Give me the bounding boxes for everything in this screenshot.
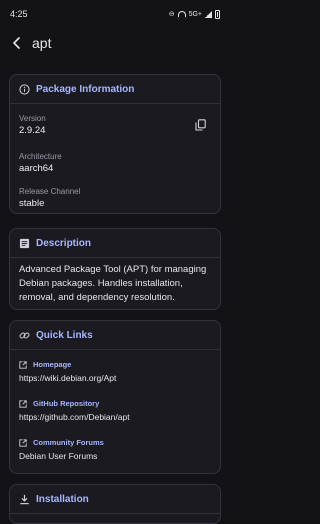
back-arrow-icon	[13, 37, 20, 49]
status-bar: 4:25 ⊖ 5G+	[0, 0, 230, 28]
page-title: apt	[32, 35, 52, 51]
download-icon	[19, 494, 30, 505]
external-link-icon	[19, 399, 27, 408]
link-icon	[19, 330, 30, 341]
package-info-title: Package Information	[36, 83, 135, 95]
dnd-icon: ⊖	[168, 11, 175, 18]
quick-links-card: Quick Links Homepage https://wiki.debian…	[9, 320, 221, 474]
copy-version-button[interactable]	[195, 118, 206, 136]
description-text: Advanced Package Tool (APT) for managing…	[19, 264, 207, 303]
copy-icon	[195, 119, 206, 131]
version-field: Version 2.9.24	[19, 114, 46, 136]
architecture-label: Architecture	[19, 152, 62, 161]
description-title: Description	[36, 237, 92, 249]
installation-title: Installation	[36, 493, 89, 505]
architecture-field: Architecture aarch64	[19, 152, 62, 174]
version-label: Version	[19, 114, 46, 123]
package-info-header: Package Information	[10, 75, 220, 104]
link-item-github[interactable]: GitHub Repository https://github.com/Deb…	[19, 399, 130, 422]
link-item-forums[interactable]: Community Forums Debian User Forums	[19, 438, 104, 461]
link-item-homepage[interactable]: Homepage https://wiki.debian.org/Apt	[19, 360, 116, 383]
release-channel-value: stable	[19, 198, 45, 209]
status-time: 4:25	[10, 9, 28, 19]
wifi-icon	[177, 11, 186, 17]
description-header: Description	[10, 229, 220, 258]
version-value: 2.9.24	[19, 125, 46, 136]
network-type-label: 5G+	[188, 10, 202, 18]
status-icons: ⊖ 5G+	[168, 9, 220, 19]
installation-card: Installation	[9, 484, 221, 524]
app-bar: apt	[0, 28, 230, 58]
link-url: https://github.com/Debian/apt	[19, 412, 130, 422]
link-label: Homepage	[33, 360, 72, 369]
info-icon	[19, 83, 30, 95]
architecture-value: aarch64	[19, 163, 54, 174]
external-link-icon	[19, 360, 27, 369]
external-link-icon	[19, 438, 27, 447]
link-label: GitHub Repository	[33, 399, 100, 408]
quick-links-title: Quick Links	[36, 329, 93, 341]
back-button[interactable]	[2, 28, 32, 58]
signal-icon	[205, 10, 212, 18]
battery-icon	[215, 9, 220, 19]
link-url: Debian User Forums	[19, 451, 98, 461]
package-info-card: Package Information Version 2.9.24 Archi…	[9, 74, 221, 214]
installation-header: Installation	[10, 485, 220, 514]
release-channel-field: Release Channel stable	[19, 187, 80, 209]
link-label: Community Forums	[33, 438, 104, 447]
quick-links-header: Quick Links	[10, 321, 220, 350]
description-icon	[19, 238, 30, 249]
link-url: https://wiki.debian.org/Apt	[19, 373, 117, 383]
description-card: Description Advanced Package Tool (APT) …	[9, 228, 221, 310]
release-channel-label: Release Channel	[19, 187, 81, 196]
